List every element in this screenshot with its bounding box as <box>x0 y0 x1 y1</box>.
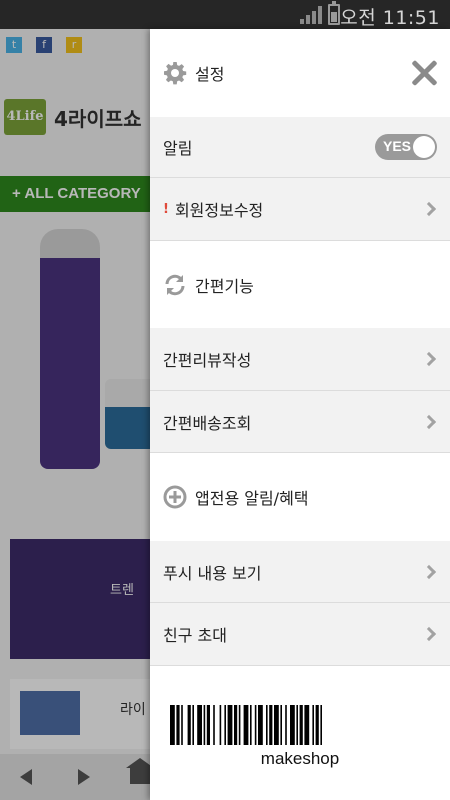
push-view-label: 푸시 내용 보기 <box>163 563 262 583</box>
battery-icon <box>328 1 340 25</box>
barcode-label: makeshop <box>260 749 340 768</box>
alert-icon: ! <box>163 201 169 217</box>
settings-drawer: 설정 알림 YES ! 회원정보수정 간편기능 간편리뷰작성 간편배송조회 앱전… <box>150 29 450 800</box>
member-edit-label: 회원정보수정 <box>174 201 264 220</box>
quick-delivery-row[interactable]: 간편배송조회 <box>150 391 450 453</box>
close-icon[interactable] <box>410 59 438 87</box>
push-view-row[interactable]: 푸시 내용 보기 <box>150 541 450 603</box>
barcode-image <box>170 705 322 745</box>
chevron-right-icon <box>421 201 437 217</box>
app-benefits-title: 앱전용 알림/혜택 <box>195 489 309 508</box>
settings-header: 설정 <box>150 29 450 117</box>
toggle-state-text: YES <box>383 138 412 154</box>
app-benefits-header: 앱전용 알림/혜택 <box>150 453 450 541</box>
chevron-right-icon <box>421 414 437 429</box>
target-plus-icon <box>163 485 187 509</box>
invite-friend-row[interactable]: 친구 초대 <box>150 603 450 666</box>
status-bar: 오전 11:51 <box>0 0 450 29</box>
drawer-overlay[interactable] <box>0 29 150 800</box>
signal-icon <box>300 6 322 24</box>
quick-review-row[interactable]: 간편리뷰작성 <box>150 328 450 391</box>
quick-functions-title: 간편기능 <box>195 276 254 296</box>
quick-functions-header: 간편기능 <box>150 241 450 328</box>
member-edit-row[interactable]: ! 회원정보수정 <box>150 178 450 241</box>
quick-delivery-label: 간편배송조회 <box>163 413 252 433</box>
invite-friend-label: 친구 초대 <box>163 626 227 645</box>
refresh-icon <box>165 274 185 295</box>
status-clock: 오전 11:51 <box>340 7 440 29</box>
chevron-right-icon <box>421 626 437 642</box>
chevron-right-icon <box>421 351 437 367</box>
toggle-knob <box>413 136 435 158</box>
gear-icon <box>164 62 187 85</box>
quick-review-label: 간편리뷰작성 <box>163 351 252 370</box>
chevron-right-icon <box>421 564 437 579</box>
notification-row: 알림 YES <box>150 117 450 178</box>
notification-label: 알림 <box>163 139 193 158</box>
notification-toggle[interactable]: YES <box>375 134 437 160</box>
settings-title: 설정 <box>195 65 225 84</box>
